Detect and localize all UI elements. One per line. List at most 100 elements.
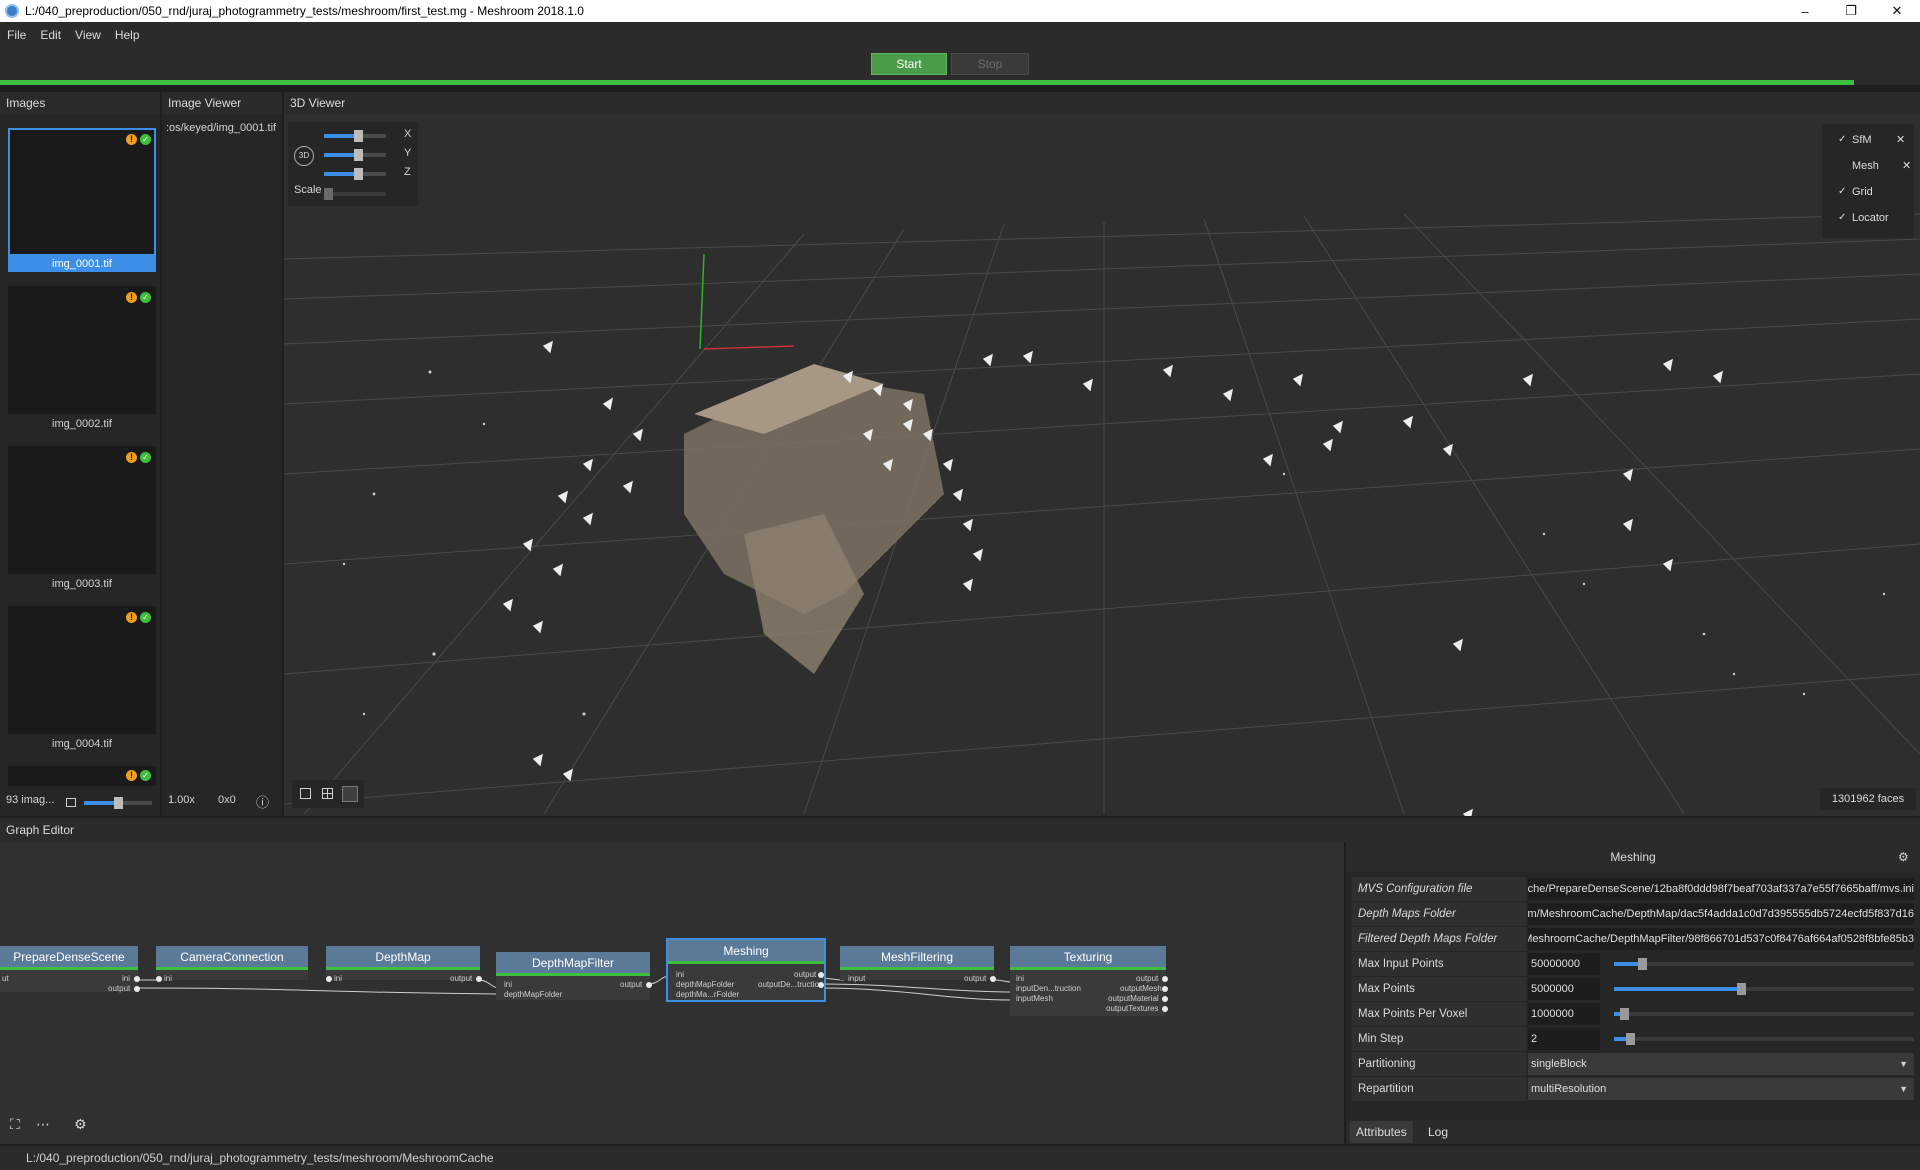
wireframe-mode-icon[interactable] [322, 788, 333, 799]
node-cameraconnection[interactable]: CameraConnection ini [156, 946, 308, 983]
slider-handle[interactable] [1620, 1008, 1629, 1020]
x-axis-label: X [404, 128, 412, 140]
attr-min-step-slider[interactable] [1614, 1033, 1914, 1045]
checkbox-grid[interactable]: ✓ [1838, 186, 1850, 197]
attr-depth-maps-folder-field[interactable]: L:/040_preproduction/050_rnd/juraj_photo… [1528, 903, 1914, 925]
attr-min-step-field[interactable]: 2 [1528, 1028, 1600, 1050]
node-meshfiltering[interactable]: MeshFiltering input output [840, 946, 996, 983]
menu-file[interactable]: File [0, 28, 33, 42]
warning-status-icon: ! [126, 612, 137, 623]
close-icon[interactable]: ✕ [1902, 159, 1911, 172]
image-thumbnail-1[interactable]: ! ✓ [8, 128, 156, 256]
thumbnail-size-slider[interactable] [84, 797, 152, 809]
stop-button[interactable]: Stop [951, 53, 1029, 75]
menu-help[interactable]: Help [108, 28, 147, 42]
image-thumbnail-3[interactable]: ! ✓ [8, 446, 156, 574]
attribute-editor: Meshing ⚙ MVS Configuration file L:/040_… [1346, 842, 1920, 1144]
node-preparedensescene[interactable]: PrepareDenseScene ut ini output [0, 946, 140, 993]
minimize-button[interactable]: – [1782, 0, 1828, 22]
layout-icon[interactable]: ⋯ [36, 1116, 50, 1133]
graph-canvas[interactable]: PrepareDenseScene ut ini output CameraCo… [0, 842, 1344, 1144]
port-dot[interactable] [476, 976, 482, 982]
chevron-down-icon: ▼ [1899, 1059, 1908, 1069]
port-dot[interactable] [818, 972, 824, 978]
port-dot[interactable] [818, 982, 824, 988]
attr-label: Max Input Points [1352, 952, 1526, 976]
attr-max-points-slider[interactable] [1614, 983, 1914, 995]
image-thumbnail-2[interactable]: ! ✓ [8, 286, 156, 414]
gear-icon[interactable]: ⚙ [74, 1116, 87, 1133]
node-meshing[interactable]: Meshing ini depthMapFolder depthMa...rFo… [666, 938, 826, 1002]
node-depthmapfilter[interactable]: DepthMapFilter ini depthMapFolder output [496, 952, 652, 1000]
x-axis-slider[interactable] [324, 130, 386, 142]
port-dot[interactable] [134, 976, 140, 982]
port-dot[interactable] [1162, 976, 1168, 982]
slider-handle[interactable] [354, 149, 363, 161]
close-button[interactable]: ✕ [1874, 0, 1920, 22]
port-dot[interactable] [646, 982, 652, 988]
layer-locator[interactable]: ✓ Locator [1822, 208, 1914, 230]
attr-filtered-depth-maps-folder-field[interactable]: L:/040_preproduction/050_rnd/juraj_photo… [1528, 928, 1914, 950]
checkbox-sfm[interactable]: ✓ [1838, 134, 1850, 145]
slider-handle[interactable] [1737, 983, 1746, 995]
port-dot[interactable] [990, 976, 996, 982]
attr-partitioning-select[interactable]: singleBlock ▼ [1528, 1053, 1914, 1075]
port-input: depthMapFolder [504, 990, 563, 999]
viewer-3d-canvas[interactable] [284, 114, 1920, 816]
locator-y-axis [699, 253, 705, 350]
maximize-button[interactable]: ❐ [1828, 0, 1874, 22]
attr-max-points-per-voxel-field[interactable]: 1000000 [1528, 1003, 1600, 1025]
port-output: outputMaterial [1108, 994, 1159, 1003]
textured-mode-icon[interactable] [342, 786, 358, 802]
image-thumbnail-4[interactable]: ! ✓ [8, 606, 156, 734]
gear-icon[interactable]: ⚙ [1898, 850, 1909, 864]
layer-mesh[interactable]: Mesh ✕ [1822, 156, 1914, 178]
slider-handle[interactable] [354, 168, 363, 180]
attr-max-input-points-field[interactable]: 50000000 [1528, 953, 1600, 975]
port-dot[interactable] [156, 976, 162, 982]
fit-view-icon[interactable]: ⛶ [10, 1116, 20, 1133]
solid-mode-icon[interactable] [300, 788, 311, 799]
attr-label: Max Points Per Voxel [1352, 1002, 1526, 1026]
close-icon[interactable]: ✕ [1896, 133, 1905, 146]
slider-handle[interactable] [114, 797, 123, 809]
tab-attributes[interactable]: Attributes [1350, 1121, 1413, 1143]
attr-max-input-points-slider[interactable] [1614, 958, 1914, 970]
z-axis-slider[interactable] [324, 168, 386, 180]
port-dot[interactable] [134, 986, 140, 992]
y-axis-label: Y [404, 147, 412, 159]
ok-status-icon: ✓ [140, 134, 151, 145]
y-axis-slider[interactable] [324, 149, 386, 161]
checkbox-locator[interactable]: ✓ [1838, 212, 1850, 223]
images-panel: Images ! ✓ img_0001.tif ! ✓ img_0002.tif… [0, 92, 160, 816]
port-dot[interactable] [1162, 986, 1168, 992]
slider-handle[interactable] [354, 130, 363, 142]
scale-slider[interactable] [324, 188, 386, 200]
attr-repartition-select[interactable]: multiResolution ▼ [1528, 1078, 1914, 1100]
port-output: output [964, 974, 987, 983]
menu-edit[interactable]: Edit [33, 28, 68, 42]
menu-view[interactable]: View [68, 28, 108, 42]
port-dot[interactable] [1162, 1006, 1168, 1012]
slider-handle[interactable] [1626, 1033, 1635, 1045]
slider-handle[interactable] [324, 188, 333, 200]
cache-path: L:/040_preproduction/050_rnd/juraj_photo… [0, 1146, 1920, 1170]
slider-handle[interactable] [1638, 958, 1647, 970]
attr-label: Repartition [1352, 1077, 1526, 1101]
port-dot[interactable] [1162, 996, 1168, 1002]
node-depthmap[interactable]: DepthMap ini output [326, 946, 482, 983]
node-texturing[interactable]: Texturing ini inputDen...truction inputM… [1010, 946, 1168, 1016]
attr-depth-maps-folder: Depth Maps Folder L:/040_preproduction/0… [1352, 902, 1914, 926]
3d-navigation-icon[interactable]: 3D [294, 146, 314, 166]
attr-label: Filtered Depth Maps Folder [1352, 927, 1526, 951]
layer-grid[interactable]: ✓ Grid [1822, 182, 1914, 204]
info-icon[interactable]: ⓘ [256, 792, 269, 811]
image-thumbnail-5[interactable]: ! ✓ [8, 766, 156, 786]
attr-max-points-field[interactable]: 5000000 [1528, 978, 1600, 1000]
start-button[interactable]: Start [871, 53, 947, 75]
attr-max-points-per-voxel-slider[interactable] [1614, 1008, 1914, 1020]
layer-sfm[interactable]: ✓ SfM ✕ [1822, 130, 1914, 152]
tab-log[interactable]: Log [1422, 1121, 1454, 1143]
attr-mvs-config-field[interactable]: L:/040_preproduction/050_rnd/juraj_photo… [1528, 878, 1914, 900]
port-dot[interactable] [326, 976, 332, 982]
